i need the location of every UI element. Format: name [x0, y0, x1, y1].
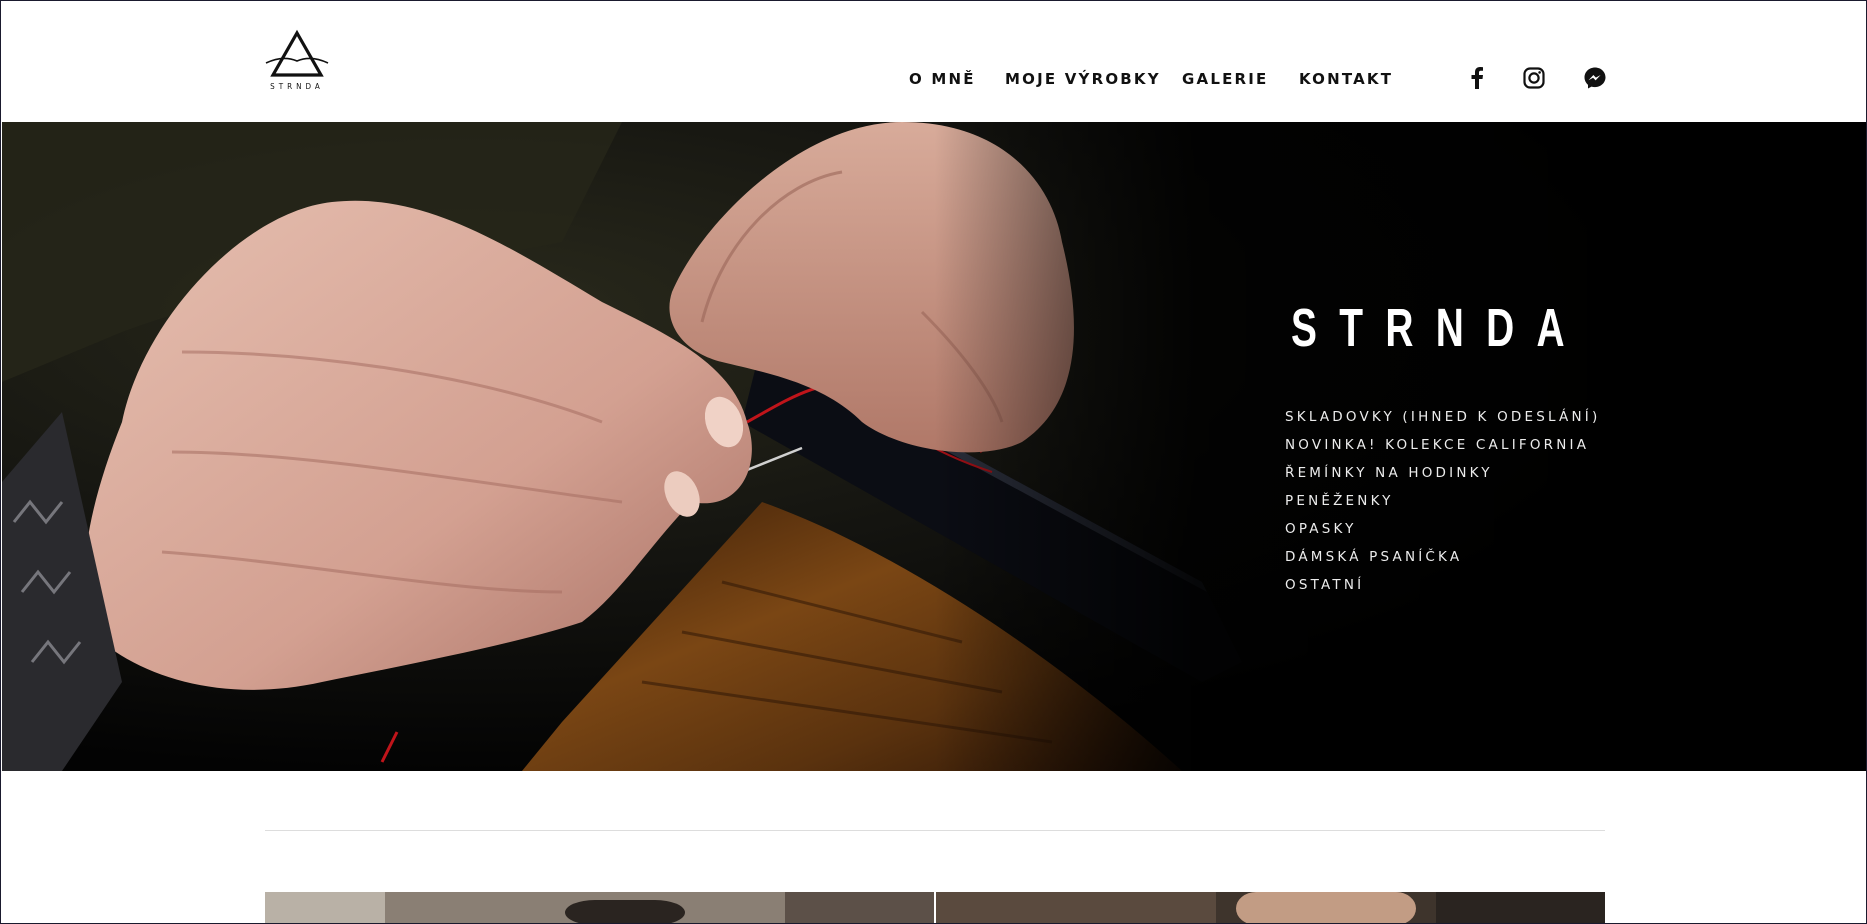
nav-item-o-mne[interactable]: O MNĚ — [909, 70, 976, 88]
hero-menu-item-skladovky[interactable]: SKLADOVKY (IHNED K ODESLÁNÍ) — [1285, 403, 1600, 431]
instagram-icon[interactable] — [1521, 65, 1547, 91]
hero-menu-item-reminky[interactable]: ŘEMÍNKY NA HODINKY — [1285, 459, 1600, 487]
nav-item-galerie[interactable]: GALERIE — [1182, 70, 1269, 88]
logo-triangle-icon — [265, 29, 329, 77]
hero-menu-item-penezenky[interactable]: PENĚŽENKY — [1285, 487, 1600, 515]
hero-category-menu: SKLADOVKY (IHNED K ODESLÁNÍ) NOVINKA! KO… — [1285, 403, 1600, 599]
page: STRNDA O MNĚ MOJE VÝROBKY GALERIE KONTAK… — [0, 0, 1867, 924]
hero-menu-item-california[interactable]: NOVINKA! KOLEKCE CALIFORNIA — [1285, 431, 1600, 459]
hero-title: STRNDA — [1291, 298, 1587, 358]
logo-wordmark: STRNDA — [270, 82, 324, 91]
hero-menu-item-opasky[interactable]: OPASKY — [1285, 515, 1600, 543]
section-divider — [265, 830, 1605, 831]
hero-menu-item-psanicka[interactable]: DÁMSKÁ PSANÍČKA — [1285, 543, 1600, 571]
gallery-thumbnail[interactable] — [936, 892, 1605, 923]
logo[interactable]: STRNDA — [265, 29, 329, 95]
facebook-icon[interactable] — [1464, 65, 1490, 91]
gallery-thumbnail[interactable] — [265, 892, 934, 923]
messenger-icon[interactable] — [1582, 65, 1608, 91]
nav-item-moje-vyrobky[interactable]: MOJE VÝROBKY — [1005, 70, 1161, 88]
hero-menu-item-ostatni[interactable]: OSTATNÍ — [1285, 571, 1600, 599]
nav-item-kontakt[interactable]: KONTAKT — [1299, 70, 1393, 88]
hero-banner: STRNDA SKLADOVKY (IHNED K ODESLÁNÍ) NOVI… — [2, 122, 1866, 771]
site-header: STRNDA O MNĚ MOJE VÝROBKY GALERIE KONTAK… — [1, 1, 1866, 121]
